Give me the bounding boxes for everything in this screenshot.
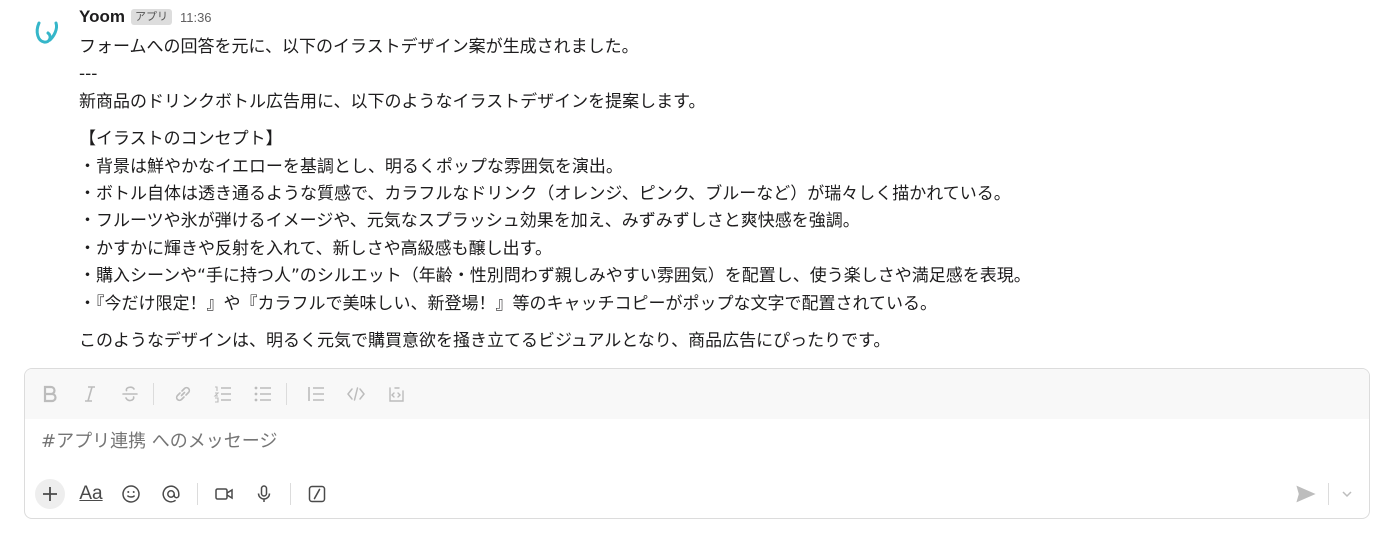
microphone-icon[interactable]: [250, 480, 278, 508]
bulleted-list-icon[interactable]: [252, 383, 274, 405]
sender-name[interactable]: Yoom: [79, 7, 125, 27]
bold-icon[interactable]: [39, 383, 61, 405]
link-icon[interactable]: [172, 383, 194, 405]
message-input[interactable]: [41, 431, 1241, 452]
text-format-button[interactable]: Aa: [77, 480, 105, 508]
actions-divider: [290, 483, 291, 505]
actions-divider: [197, 483, 198, 505]
code-icon[interactable]: [345, 383, 367, 405]
message-line: 新商品のドリンクボトル広告用に、以下のようなイラストデザインを提案します。: [79, 91, 706, 112]
text-format-label: Aa: [79, 483, 103, 504]
numbered-list-icon[interactable]: [212, 383, 234, 405]
composer-actions: Aa: [35, 479, 343, 509]
send-controls: [1294, 482, 1355, 506]
message: Yoom アプリ 11:36 フォームへの回答を元に、以下のイラストデザイン案が…: [0, 0, 1379, 360]
chevron-down-icon[interactable]: [1339, 486, 1355, 502]
message-line: このようなデザインは、明るく元気で購買意欲を掻き立てるビジュアルとなり、商品広告…: [79, 330, 891, 351]
toolbar-divider: [153, 383, 154, 405]
message-meta: Yoom アプリ 11:36: [79, 6, 212, 28]
italic-icon[interactable]: [79, 383, 101, 405]
mention-icon[interactable]: [157, 480, 185, 508]
message-line: ・『今だけ限定！』や『カラフルで美味しい、新登場！』等のキャッチコピーがポップな…: [79, 293, 937, 314]
message-body: フォームへの回答を元に、以下のイラストデザイン案が生成されました。 --- 新商…: [79, 34, 1369, 355]
send-divider: [1328, 483, 1329, 505]
slash-command-icon[interactable]: [303, 480, 331, 508]
message-line: ---: [79, 64, 98, 85]
app-badge: アプリ: [130, 9, 172, 25]
message-line: ・かすかに輝きや反射を入れて、新しさや高級感も醸し出す。: [79, 238, 552, 259]
toolbar-divider: [286, 383, 287, 405]
video-icon[interactable]: [210, 480, 238, 508]
strikethrough-icon[interactable]: [119, 383, 141, 405]
app-avatar-icon[interactable]: [30, 14, 66, 50]
message-line: 【イラストのコンセプト】: [79, 129, 283, 150]
message-line: ・フルーツや氷が弾けるイメージや、元気なスプラッシュ効果を加え、みずみずしさと爽…: [79, 211, 860, 232]
send-icon[interactable]: [1294, 482, 1318, 506]
blockquote-icon[interactable]: [305, 383, 327, 405]
message-line: フォームへの回答を元に、以下のイラストデザイン案が生成されました。: [79, 37, 639, 57]
message-line: ・背景は鮮やかなイエローを基調とし、明るくポップな雰囲気を演出。: [79, 156, 623, 177]
formatting-toolbar: [25, 369, 1369, 419]
code-block-icon[interactable]: [385, 383, 407, 405]
message-composer: Aa: [24, 368, 1370, 519]
message-timestamp[interactable]: 11:36: [180, 10, 212, 25]
message-line: ・購入シーンや“手に持つ人”のシルエット（年齢・性別問わず親しみやすい雰囲気）を…: [79, 266, 1031, 287]
plus-icon[interactable]: [35, 479, 65, 509]
emoji-icon[interactable]: [117, 480, 145, 508]
message-line: ・ボトル自体は透き通るような質感で、カラフルなドリンク（オレンジ、ピンク、ブルー…: [79, 183, 1011, 204]
